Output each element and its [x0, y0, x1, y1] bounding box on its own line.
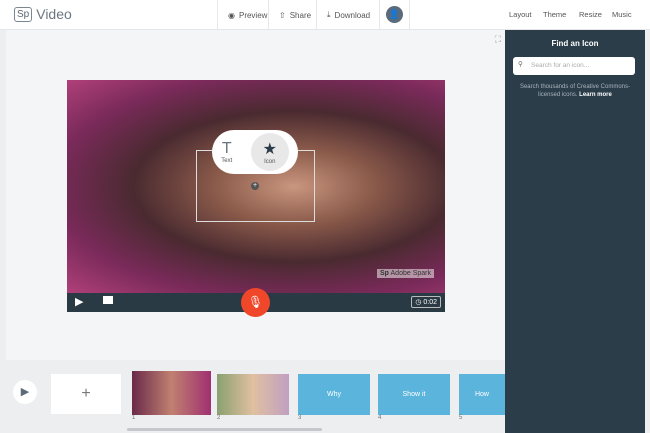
duration-button[interactable]: ◷ 0:02 — [411, 296, 441, 308]
nav-theme[interactable]: Theme — [543, 10, 566, 19]
search-placeholder: Search for an icon... — [531, 62, 590, 69]
spark-logo: Sp — [14, 6, 33, 22]
icon-search-input[interactable]: ⚲ Search for an icon... — [513, 57, 635, 75]
eye-icon: ◉ — [228, 10, 235, 20]
icon-label: Icon — [264, 159, 276, 165]
user-icon: 👤 — [386, 6, 403, 23]
slide-thumb-4[interactable]: Show it — [378, 374, 450, 415]
duration: 0:02 — [423, 299, 437, 306]
download-label: Download — [334, 10, 371, 20]
text-label: Text — [221, 158, 233, 164]
panel-title: Find an Icon — [551, 39, 599, 48]
add-slide-button[interactable]: + — [51, 374, 121, 414]
share-label: Share — [289, 10, 312, 20]
add-icon[interactable]: + — [251, 182, 259, 190]
download-button[interactable]: ⤓ Download — [316, 0, 380, 30]
download-icon: ⤓ — [327, 10, 331, 19]
slide-number: 3 — [298, 415, 302, 421]
slide-thumb-5[interactable]: How — [459, 374, 505, 415]
slide-number: 2 — [217, 415, 221, 421]
caption-icon[interactable] — [103, 296, 113, 304]
nav-layout[interactable]: Layout — [509, 10, 532, 19]
icon-option[interactable]: ★ Icon — [250, 133, 289, 171]
play-all-button[interactable]: ▶ — [13, 380, 37, 404]
record-mic-button[interactable]: 🎙 — [241, 288, 270, 317]
slide-number: 4 — [378, 415, 382, 421]
learn-more-link[interactable]: Learn more — [579, 92, 612, 98]
nav-music[interactable]: Music — [612, 10, 632, 19]
search-icon: ⚲ — [518, 61, 523, 68]
watermark: Sp Adobe Spark — [377, 269, 434, 278]
play-icon[interactable]: ▶ — [75, 295, 83, 308]
nav-resize[interactable]: Resize — [579, 10, 602, 19]
app-logo[interactable]: Sp Video — [14, 6, 72, 22]
collaborate-button[interactable]: 👤 — [379, 0, 410, 30]
slide-thumb-2[interactable] — [217, 374, 289, 415]
icon-panel: Find an Icon ⚲ Search for an icon... Sear… — [505, 30, 645, 433]
share-icon: ⇧ — [279, 10, 286, 20]
desc-text: Search thousands of Creative Commons-lic… — [519, 84, 631, 98]
slide-thumb-1[interactable] — [132, 371, 211, 415]
preview-label: Preview — [238, 10, 268, 20]
top-bar: Sp Video ◉ Preview ⇧ Share ⤓ Download 👤 Layo… — [0, 0, 650, 30]
slide-number: 1 — [132, 415, 136, 421]
slide-number: 5 — [459, 415, 463, 421]
content-picker: T Text ★ Icon — [212, 130, 298, 174]
watermark-text: Adobe Spark — [390, 270, 431, 277]
slide-thumb-3[interactable]: Why — [298, 374, 370, 415]
star-icon: ★ — [262, 141, 277, 158]
timeline-scrollbar[interactable] — [127, 428, 322, 431]
share-button[interactable]: ⇧ Share — [268, 0, 321, 30]
app-title: Video — [36, 6, 72, 22]
fullscreen-icon[interactable]: ⛶ — [495, 34, 501, 45]
panel-description: Search thousands of Creative Commons-lic… — [515, 83, 635, 99]
text-icon: T — [221, 140, 232, 157]
text-option[interactable]: T Text — [221, 140, 232, 164]
